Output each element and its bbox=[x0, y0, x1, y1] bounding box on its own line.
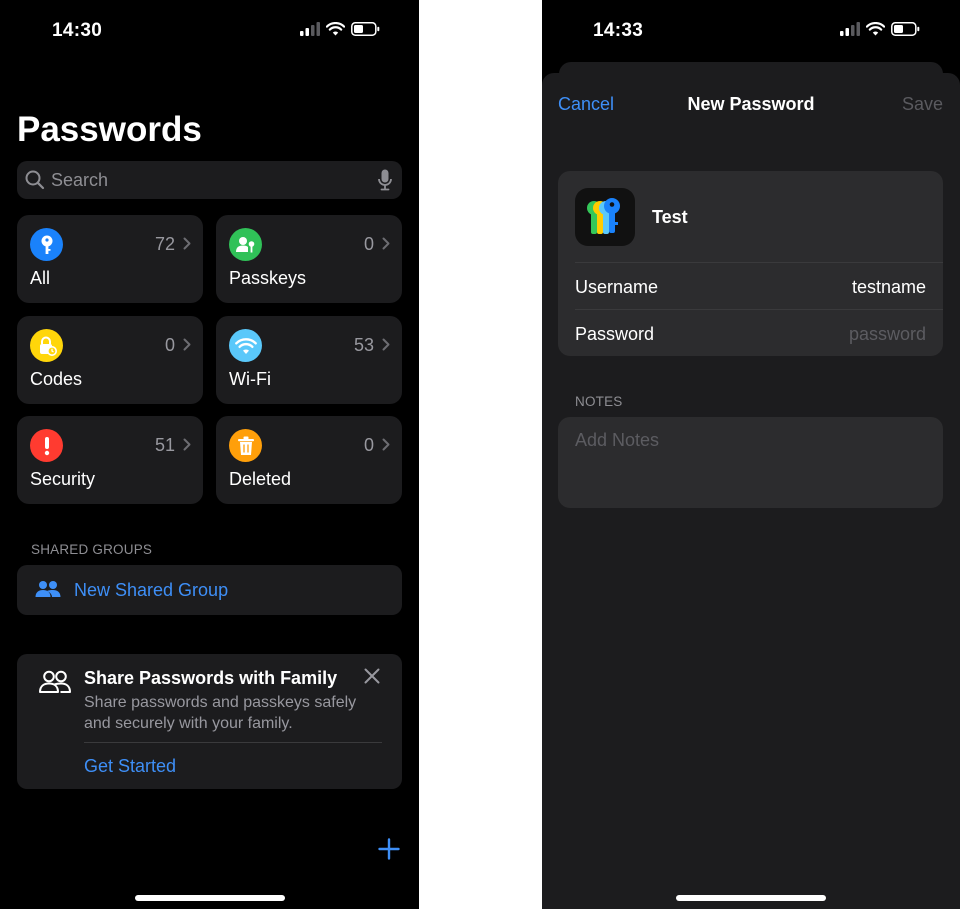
username-field[interactable]: testname bbox=[852, 277, 926, 298]
wifi-status-icon bbox=[326, 22, 345, 36]
password-field[interactable]: password bbox=[849, 324, 926, 345]
entry-title[interactable]: Test bbox=[652, 207, 688, 228]
status-bar: 14:33 bbox=[542, 0, 960, 62]
tile-security[interactable]: 51 Security bbox=[17, 416, 203, 504]
new-shared-group-button[interactable]: New Shared Group bbox=[17, 565, 402, 615]
tile-all[interactable]: 72 All bbox=[17, 215, 203, 303]
tile-count: 53 bbox=[353, 335, 374, 355]
cellular-signal-icon bbox=[300, 22, 320, 36]
exclamation-icon bbox=[30, 429, 63, 462]
new-shared-group-label: New Shared Group bbox=[74, 580, 229, 600]
trash-icon bbox=[229, 429, 262, 462]
divider bbox=[575, 262, 943, 263]
chevron-right-icon bbox=[183, 338, 191, 351]
search-icon bbox=[25, 170, 45, 190]
divider bbox=[575, 309, 943, 310]
lock-clock-icon bbox=[30, 329, 63, 362]
status-time: 14:30 bbox=[52, 20, 103, 41]
shared-groups-header: SHARED GROUPS bbox=[31, 542, 153, 557]
status-bar: 14:30 bbox=[0, 0, 419, 62]
chevron-right-icon bbox=[382, 338, 390, 351]
cellular-signal-icon bbox=[840, 22, 860, 36]
wifi-status-icon bbox=[866, 22, 885, 36]
wifi-icon bbox=[229, 329, 262, 362]
tile-deleted[interactable]: 0 Deleted bbox=[216, 416, 402, 504]
tile-label: Deleted bbox=[229, 469, 292, 489]
tile-count: 0 bbox=[164, 335, 175, 355]
family-icon bbox=[39, 670, 71, 693]
status-icons bbox=[840, 22, 920, 36]
status-icons bbox=[300, 22, 380, 36]
tile-codes[interactable]: 0 Codes bbox=[17, 316, 203, 404]
battery-icon bbox=[891, 22, 920, 36]
tile-label: Codes bbox=[30, 369, 83, 389]
notes-field[interactable]: Add Notes bbox=[558, 417, 943, 508]
password-label: Password bbox=[575, 324, 655, 344]
close-icon[interactable] bbox=[364, 668, 380, 684]
tile-label: All bbox=[30, 268, 51, 288]
chevron-right-icon bbox=[183, 438, 191, 451]
home-indicator bbox=[135, 895, 285, 901]
tile-count: 72 bbox=[154, 234, 175, 254]
passwords-home-screen: 14:30 Passwords Search 72 All 0 Passkeys… bbox=[0, 0, 419, 909]
tile-label: Wi-Fi bbox=[229, 369, 271, 389]
search-bar[interactable]: Search bbox=[17, 161, 402, 199]
get-started-button[interactable]: Get Started bbox=[84, 756, 176, 777]
family-card-title: Share Passwords with Family bbox=[84, 668, 338, 688]
chevron-right-icon bbox=[382, 237, 390, 250]
share-with-family-card: Share Passwords with Family Share passwo… bbox=[17, 654, 402, 789]
battery-icon bbox=[351, 22, 380, 36]
key-icon bbox=[30, 228, 63, 261]
new-password-sheet: Cancel New Password Save Test Username t… bbox=[542, 73, 960, 909]
people-icon bbox=[35, 581, 61, 597]
tile-count: 0 bbox=[363, 234, 374, 254]
tile-wifi[interactable]: 53 Wi-Fi bbox=[216, 316, 402, 404]
chevron-right-icon bbox=[382, 438, 390, 451]
search-input[interactable]: Search bbox=[51, 170, 108, 191]
tile-passkeys[interactable]: 0 Passkeys bbox=[216, 215, 402, 303]
tile-count: 51 bbox=[154, 435, 175, 455]
chevron-right-icon bbox=[183, 237, 191, 250]
new-password-screen: 14:33 Cancel New Password Save Test User… bbox=[542, 0, 960, 909]
username-label: Username bbox=[575, 277, 659, 297]
microphone-icon[interactable] bbox=[378, 169, 392, 191]
password-entry-card: Test Username testname Password password bbox=[558, 171, 943, 356]
tile-label: Passkeys bbox=[229, 268, 307, 288]
person-key-icon bbox=[229, 228, 262, 261]
passwords-app-icon bbox=[575, 188, 635, 246]
tile-count: 0 bbox=[363, 435, 374, 455]
page-title: Passwords bbox=[17, 110, 202, 149]
sheet-title: New Password bbox=[687, 94, 815, 114]
save-button[interactable]: Save bbox=[902, 94, 943, 115]
notes-placeholder: Add Notes bbox=[575, 430, 660, 450]
add-icon[interactable] bbox=[378, 838, 400, 860]
status-time: 14:33 bbox=[593, 20, 644, 41]
divider bbox=[84, 742, 382, 743]
family-card-description: Share passwords and passkeys safely and … bbox=[84, 694, 357, 732]
home-indicator bbox=[676, 895, 826, 901]
tile-label: Security bbox=[30, 469, 96, 489]
notes-header: NOTES bbox=[575, 394, 623, 409]
